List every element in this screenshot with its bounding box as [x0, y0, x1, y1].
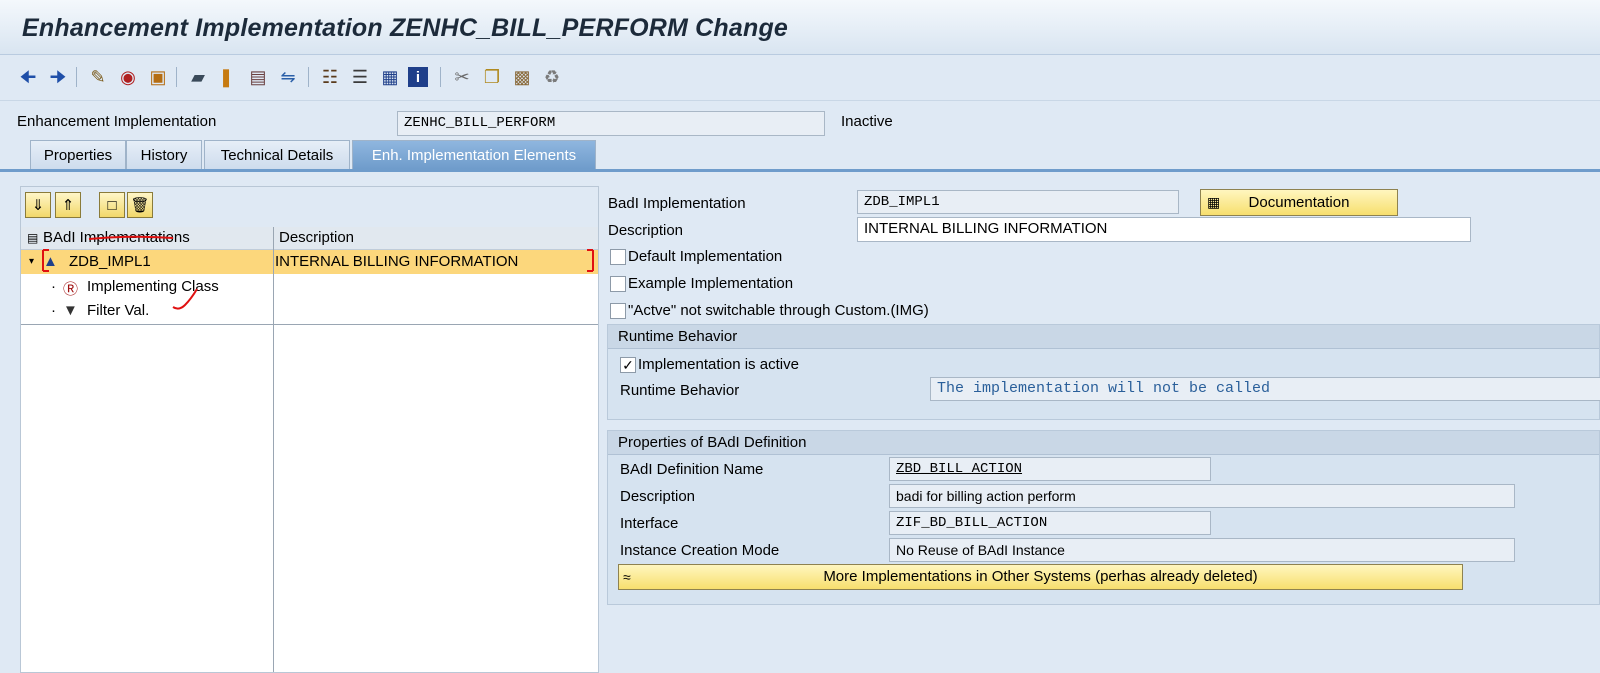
toolbar-separator: [76, 67, 77, 87]
instance-mode-field[interactable]: No Reuse of BAdI Instance: [889, 538, 1515, 562]
undo-icon[interactable]: ♻: [540, 65, 564, 89]
default-impl-checkbox[interactable]: [610, 249, 626, 265]
documentation-label: Documentation: [1248, 194, 1350, 211]
layout-icon[interactable]: ⇋: [276, 65, 300, 89]
badi-tree-pane: ⇓ ⇑ □ 🗑 ▤ BAdI Implementations Descripti…: [20, 186, 599, 673]
not-switchable-label: "Actve" not switchable through Custom.(I…: [628, 302, 929, 319]
more-implementations-button[interactable]: ≈ More Implementations in Other Systems …: [618, 564, 1463, 590]
def-desc-field[interactable]: badi for billing action perform: [889, 484, 1515, 508]
documentation-button[interactable]: ▦ Documentation: [1200, 189, 1398, 216]
navigation-window-icon[interactable]: ▦: [378, 65, 402, 89]
other-object-icon[interactable]: ◉: [116, 65, 140, 89]
title-bar: Enhancement Implementation ZENHC_BILL_PE…: [0, 0, 1600, 55]
where-used-icon[interactable]: ❚: [214, 65, 238, 89]
status-text: Inactive: [841, 113, 893, 130]
example-impl-label: Example Implementation: [628, 275, 794, 292]
systems-icon: ≈: [623, 569, 631, 585]
def-desc-label: Description: [620, 488, 696, 505]
default-impl-label: Default Implementation: [628, 248, 783, 265]
impl-active-label: Implementation is active: [638, 356, 799, 373]
check-icon[interactable]: ▰: [186, 65, 210, 89]
badi-definition-group: Properties of BAdI Definition BAdI Defin…: [607, 430, 1600, 605]
tab-label: Properties: [43, 147, 113, 164]
enhancement-impl-field[interactable]: ZENHC_BILL_PERFORM: [397, 111, 825, 136]
interface-field[interactable]: ZIF_BD_BILL_ACTION: [889, 511, 1211, 535]
toolbar-separator: [176, 67, 177, 87]
expand-all-icon[interactable]: ⇓: [25, 192, 51, 218]
tab-properties[interactable]: Properties: [30, 140, 126, 169]
instance-mode-label: Instance Creation Mode: [620, 542, 780, 559]
runtime-behavior-field[interactable]: The implementation will not be called: [930, 377, 1600, 401]
runtime-behavior-label: Runtime Behavior: [620, 382, 740, 399]
def-name-field[interactable]: ZBD_BILL_ACTION: [889, 457, 1211, 481]
documentation-icon: ▦: [1207, 194, 1221, 210]
delete-icon[interactable]: 🗑: [127, 192, 153, 218]
description-field[interactable]: INTERNAL BILLING INFORMATION: [857, 217, 1471, 242]
activate-icon[interactable]: ▣: [146, 65, 170, 89]
impl-active-checkbox[interactable]: ✓: [620, 357, 636, 373]
badi-definition-header: Properties of BAdI Definition: [608, 431, 1599, 455]
tab-label: Technical Details: [220, 147, 334, 164]
def-name-label: BAdI Definition Name: [620, 461, 764, 478]
runtime-behavior-header: Runtime Behavior: [608, 325, 1599, 349]
toolbar-separator: [308, 67, 309, 87]
info-icon[interactable]: i: [408, 67, 428, 87]
interface-label: Interface: [620, 515, 679, 532]
group-title: Runtime Behavior: [618, 328, 738, 345]
toolbar-separator: [440, 67, 441, 87]
badi-details-pane: BadI Implementation ZDB_IMPL1 ▦ Document…: [602, 186, 1600, 671]
tab-enh-implementation-elements[interactable]: Enh. Implementation Elements: [352, 140, 596, 169]
cut-icon[interactable]: ✂: [450, 65, 474, 89]
copy-icon[interactable]: ❐: [480, 65, 504, 89]
not-switchable-checkbox[interactable]: [610, 303, 626, 319]
description-label: Description: [608, 222, 684, 239]
application-toolbar: 🠈 🠊 ✎ ◉ ▣ ▰ ❚ ▤ ⇋ ☷ ☰ ▦ i ✂ ❐ ▩ ♻: [0, 55, 1600, 101]
tab-label: History: [140, 147, 188, 164]
display-change-icon[interactable]: ✎: [86, 65, 110, 89]
collapse-all-icon[interactable]: ⇑: [55, 192, 81, 218]
tab-technical-details[interactable]: Technical Details: [204, 140, 350, 169]
back-icon[interactable]: 🠈: [16, 65, 40, 89]
create-icon[interactable]: □: [99, 192, 125, 218]
tab-history[interactable]: History: [126, 140, 202, 169]
tree-toolbar: ⇓ ⇑ □ 🗑: [21, 187, 598, 227]
hierarchy-icon[interactable]: ☷: [318, 65, 342, 89]
tab-strip: Properties History Technical Details Enh…: [0, 140, 1600, 170]
more-implementations-label: More Implementations in Other Systems (p…: [823, 568, 1258, 585]
annotation-marks: [42, 235, 594, 310]
paste-icon[interactable]: ▩: [510, 65, 534, 89]
object-list-icon[interactable]: ☰: [348, 65, 372, 89]
tab-label: Enh. Implementation Elements: [371, 147, 577, 164]
page-title: Enhancement Implementation ZENHC_BILL_PE…: [22, 14, 789, 42]
tab-underline: [0, 169, 1600, 172]
badi-impl-field[interactable]: ZDB_IMPL1: [857, 190, 1179, 214]
example-impl-checkbox[interactable]: [610, 276, 626, 292]
enhancement-impl-label: Enhancement Implementation: [17, 113, 217, 130]
enhancement-icon[interactable]: ▤: [246, 65, 270, 89]
group-title: Properties of BAdI Definition: [618, 434, 807, 451]
runtime-behavior-group: Runtime Behavior ✓ Implementation is act…: [607, 324, 1600, 420]
badi-impl-label: BadI Implementation: [608, 195, 746, 212]
forward-icon[interactable]: 🠊: [46, 65, 70, 89]
